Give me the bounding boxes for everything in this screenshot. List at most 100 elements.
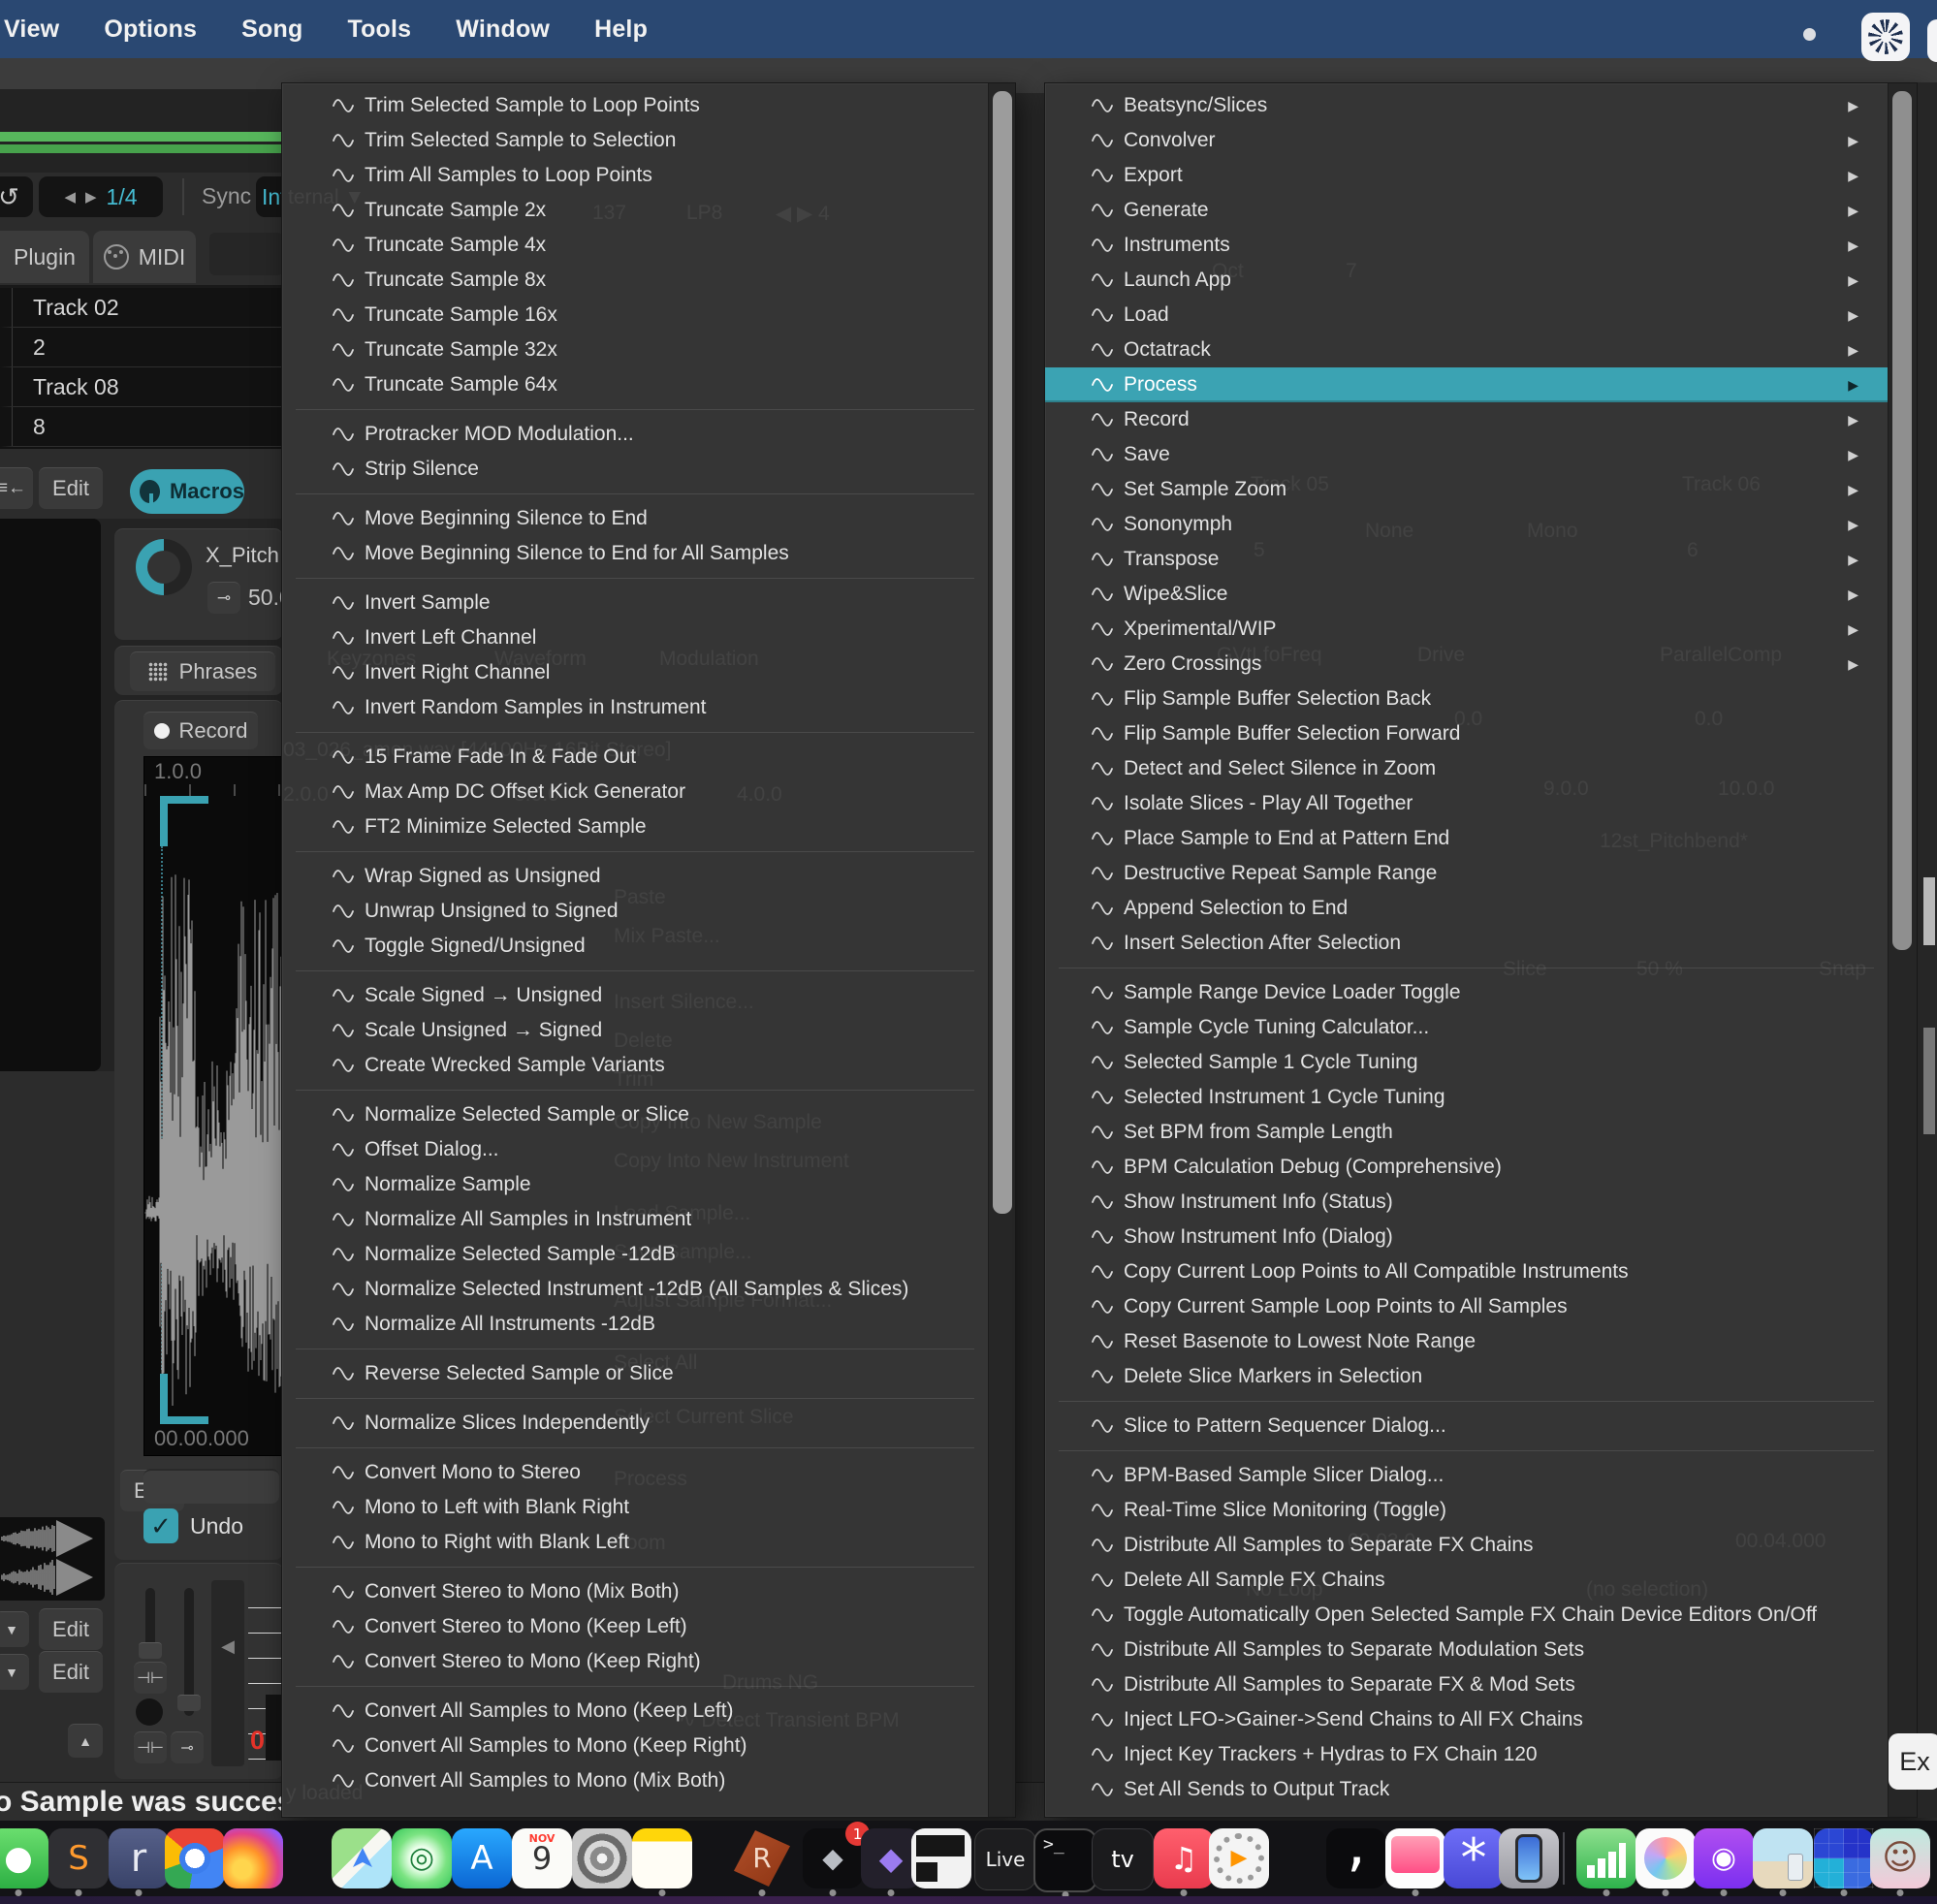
- menu-item[interactable]: Isolate Slices - Play All Together: [1045, 786, 1888, 821]
- mosaic-blue-app-icon[interactable]: [1814, 1828, 1874, 1888]
- menu-item[interactable]: Convert Stereo to Mono (Keep Left): [282, 1609, 988, 1644]
- menu-item[interactable]: Export▶: [1045, 158, 1888, 193]
- menubar-item-song[interactable]: Song: [241, 16, 302, 44]
- menubar-starburst-icon[interactable]: [1861, 13, 1910, 61]
- menubar-item-window[interactable]: Window: [456, 16, 550, 44]
- menu-item[interactable]: Distribute All Samples to Separate Modul…: [1045, 1633, 1888, 1667]
- macros-button[interactable]: Macros: [130, 469, 244, 514]
- menu-item[interactable]: Show Instrument Info (Dialog): [1045, 1220, 1888, 1254]
- menu-item[interactable]: Sample Cycle Tuning Calculator...: [1045, 1010, 1888, 1045]
- menu-item[interactable]: Octatrack▶: [1045, 333, 1888, 367]
- menu-item[interactable]: Truncate Sample 64x: [282, 367, 988, 402]
- track-row[interactable]: 2: [0, 328, 283, 367]
- avatar-app-icon[interactable]: ☺: [1870, 1828, 1930, 1888]
- comma-app-icon[interactable]: ,: [1326, 1828, 1386, 1888]
- track-row[interactable]: Track 02: [0, 288, 283, 328]
- menu-item[interactable]: FT2 Minimize Selected Sample: [282, 809, 988, 844]
- chrome-icon[interactable]: [165, 1828, 225, 1888]
- menu-item[interactable]: Trim All Samples to Loop Points: [282, 158, 988, 193]
- notes-icon[interactable]: [632, 1828, 692, 1888]
- menu-item[interactable]: Normalize All Samples in Instrument: [282, 1202, 988, 1237]
- menu-item[interactable]: Wrap Signed as Unsigned: [282, 859, 988, 894]
- settings-icon[interactable]: [572, 1828, 632, 1888]
- fader-mini-button[interactable]: ⊸: [171, 1731, 204, 1763]
- collapse-up-button[interactable]: ▲: [68, 1724, 103, 1758]
- menu-item[interactable]: Destructive Repeat Sample Range: [1045, 856, 1888, 891]
- menu-item[interactable]: Reset Basenote to Lowest Note Range: [1045, 1324, 1888, 1359]
- menu-item[interactable]: Insert Selection After Selection: [1045, 926, 1888, 961]
- rust-icon[interactable]: R: [732, 1828, 792, 1888]
- menu-item[interactable]: Show Instrument Info (Status): [1045, 1185, 1888, 1220]
- renoise-icon[interactable]: r: [109, 1828, 169, 1888]
- knob-mini-button[interactable]: ⊸: [207, 582, 240, 614]
- menu-item[interactable]: Create Wrecked Sample Variants: [282, 1048, 988, 1083]
- menu-item[interactable]: Trim Selected Sample to Selection: [282, 123, 988, 158]
- tab-side-field[interactable]: [209, 233, 283, 275]
- menu-item[interactable]: Flip Sample Buffer Selection Back: [1045, 682, 1888, 716]
- code-editor-icon[interactable]: S: [48, 1828, 109, 1888]
- menu-item[interactable]: Real-Time Slice Monitoring (Toggle): [1045, 1493, 1888, 1528]
- menu-item[interactable]: Toggle Signed/Unsigned: [282, 929, 988, 964]
- phrases-button[interactable]: Phrases: [130, 651, 275, 691]
- track-row[interactable]: Track 08: [0, 367, 283, 407]
- calendar-icon[interactable]: 9NOV: [512, 1828, 572, 1888]
- fader-handle[interactable]: [139, 1642, 162, 1659]
- menu-item[interactable]: Convert Stereo to Mono (Mix Both): [282, 1574, 988, 1609]
- menu-item[interactable]: Invert Random Samples in Instrument: [282, 690, 988, 725]
- menu-item[interactable]: Sample Range Device Loader Toggle: [1045, 975, 1888, 1010]
- menu-item[interactable]: Scale Unsigned → Signed: [282, 1013, 988, 1048]
- photos-paint-icon[interactable]: [1635, 1828, 1696, 1888]
- edit-button[interactable]: Edit: [39, 1608, 103, 1650]
- edit-button[interactable]: Edit: [39, 1651, 103, 1693]
- findmy-icon[interactable]: ◎: [392, 1828, 452, 1888]
- menu-item[interactable]: Distribute All Samples to Separate FX Ch…: [1045, 1528, 1888, 1563]
- menu-item[interactable]: Move Beginning Silence to End for All Sa…: [282, 536, 988, 571]
- menu-item[interactable]: Convert Mono to Stereo: [282, 1455, 988, 1490]
- menu-item[interactable]: Wipe&Slice▶: [1045, 577, 1888, 612]
- menu-item[interactable]: Selected Instrument 1 Cycle Tuning: [1045, 1080, 1888, 1115]
- menu-item[interactable]: Zero Crossings▶: [1045, 647, 1888, 682]
- terminal-icon[interactable]: >_: [1033, 1828, 1097, 1892]
- menu-item[interactable]: Place Sample to End at Pattern End: [1045, 821, 1888, 856]
- menu-item[interactable]: BPM-Based Sample Slicer Dialog...: [1045, 1458, 1888, 1493]
- fader-mini-button[interactable]: ⊣⊢: [134, 1662, 167, 1694]
- list-back-button[interactable]: ≡←: [0, 467, 33, 509]
- menu-item[interactable]: Append Selection to End: [1045, 891, 1888, 926]
- menu-item[interactable]: Protracker MOD Modulation...: [282, 417, 988, 452]
- knob-value[interactable]: 50.0: [248, 585, 283, 611]
- menu-item[interactable]: Distribute All Samples to Separate FX & …: [1045, 1667, 1888, 1702]
- menu-item[interactable]: Move Beginning Silence to End: [282, 501, 988, 536]
- dropdown-button[interactable]: ▼: [0, 1611, 29, 1647]
- fader-mini-button[interactable]: ⊣⊢: [134, 1731, 167, 1763]
- menu-item[interactable]: Normalize Selected Sample -12dB: [282, 1237, 988, 1272]
- menu-item[interactable]: Normalize All Instruments -12dB: [282, 1307, 988, 1342]
- menu-item[interactable]: Beatsync/Slices▶: [1045, 88, 1888, 123]
- menu-item[interactable]: Convert Stereo to Mono (Keep Right): [282, 1644, 988, 1679]
- snowflake-app-icon[interactable]: *: [1444, 1828, 1504, 1888]
- menu-item[interactable]: Convert All Samples to Mono (Keep Left): [282, 1694, 988, 1729]
- next-arrow-icon[interactable]: ▶: [85, 188, 97, 206]
- small-knob[interactable]: [136, 1698, 163, 1726]
- tab-plugin[interactable]: Plugin: [0, 231, 89, 283]
- menu-item[interactable]: BPM Calculation Debug (Comprehensive): [1045, 1150, 1888, 1185]
- menu-item[interactable]: Inject Key Trackers + Hydras to FX Chain…: [1045, 1737, 1888, 1772]
- menu-item[interactable]: Mono to Right with Blank Left: [282, 1525, 988, 1560]
- menu-item[interactable]: Invert Left Channel: [282, 620, 988, 655]
- collapse-column[interactable]: ◀: [211, 1580, 244, 1766]
- menu-item[interactable]: Inject LFO->Gainer->Send Chains to All F…: [1045, 1702, 1888, 1737]
- dropdown-button[interactable]: ▼: [0, 1654, 29, 1690]
- menu-item[interactable]: Flip Sample Buffer Selection Forward: [1045, 716, 1888, 751]
- sample-thumbnail[interactable]: [0, 1517, 105, 1601]
- export-dialog-button[interactable]: Ex: [1889, 1733, 1937, 1790]
- apple-music-icon[interactable]: ♫: [1154, 1828, 1214, 1888]
- menu-item[interactable]: Reverse Selected Sample or Slice: [282, 1356, 988, 1391]
- screens-app-icon[interactable]: [1385, 1828, 1445, 1888]
- menu-item[interactable]: Normalize Selected Instrument -12dB (All…: [282, 1272, 988, 1307]
- menu-item[interactable]: Normalize Sample: [282, 1167, 988, 1202]
- fraction-stepper[interactable]: ◀ ▶ 1/4: [39, 176, 163, 217]
- appstore-icon[interactable]: A: [452, 1828, 512, 1888]
- ableton-live-icon[interactable]: Live: [974, 1828, 1036, 1890]
- prev-arrow-icon[interactable]: ◀: [64, 188, 76, 206]
- menu-item[interactable]: Process▶: [1045, 367, 1888, 402]
- apple-tv-icon[interactable]: tv: [1092, 1828, 1154, 1890]
